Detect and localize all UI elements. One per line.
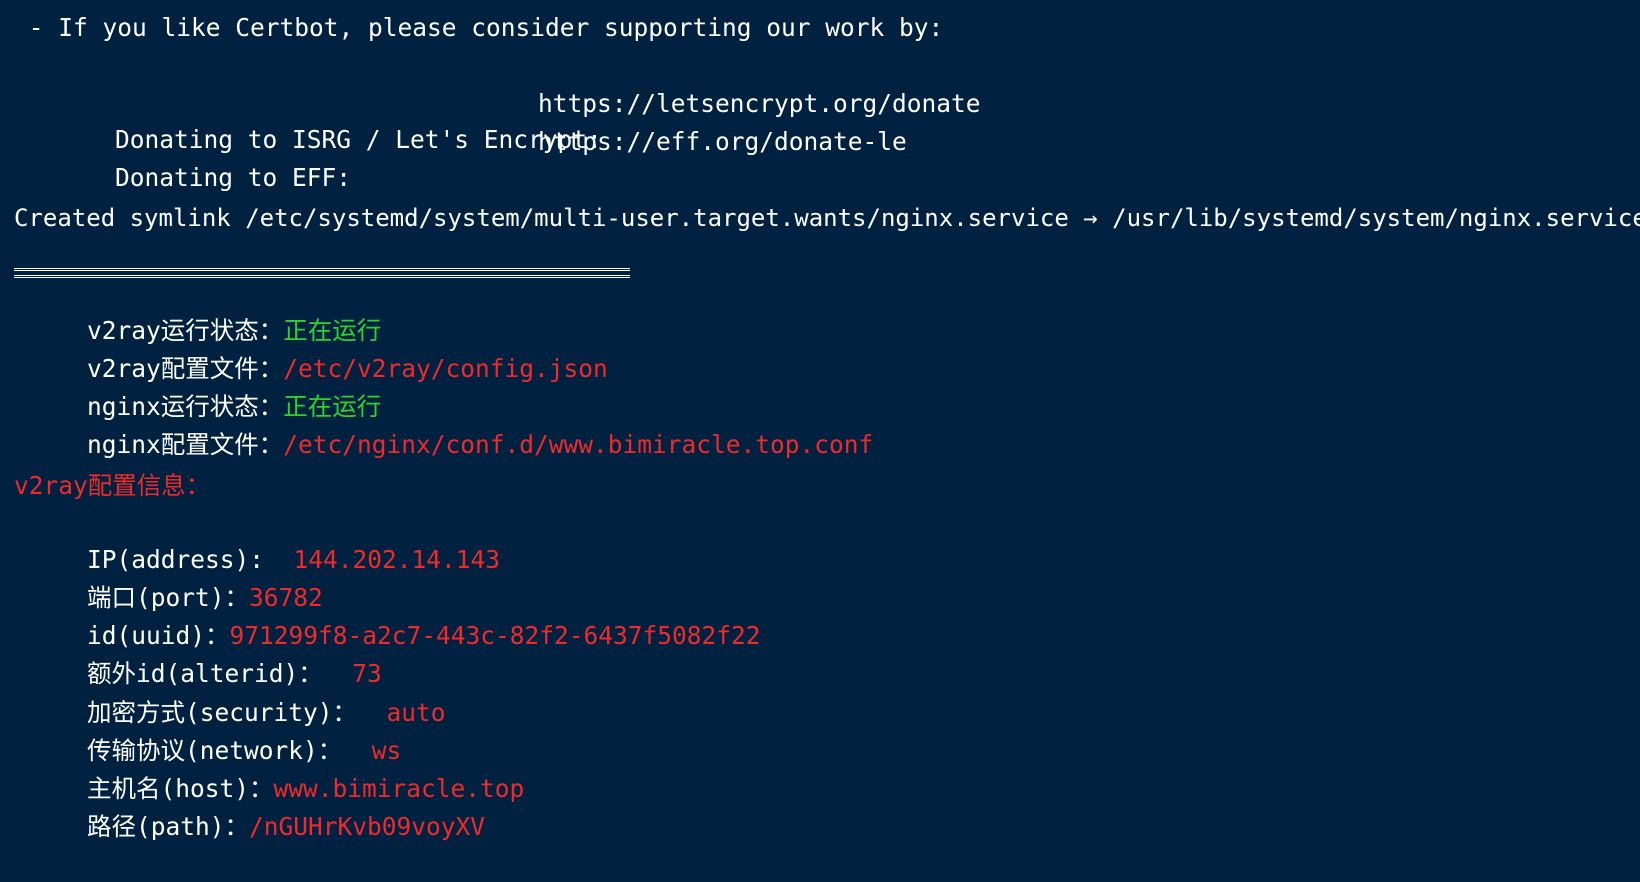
path-value: /nGUHrKvb09voyXV <box>249 812 486 841</box>
path-label: 路径(path)： <box>87 812 250 841</box>
uuid-row: id(uuid)：971299f8-a2c7-443c-82f2-6437f50… <box>28 582 761 650</box>
network-row: 传输协议(network)： ws <box>28 697 401 765</box>
ip-value: 144.202.14.143 <box>293 545 501 574</box>
terminal-window[interactable]: - If you like Certbot, please consider s… <box>0 0 1640 882</box>
nginx-config-value: /etc/nginx/conf.d/www.bimiracle.top.conf <box>283 430 874 459</box>
port-row: 端口(port)：36782 <box>28 544 323 612</box>
path-row: 路径(path)：/nGUHrKvb09voyXV <box>28 773 485 841</box>
security-row: 加密方式(security)： auto <box>28 659 446 727</box>
nginx-config-row: nginx配置文件：/etc/nginx/conf.d/www.bimiracl… <box>28 391 873 459</box>
certbot-support-line: - If you like Certbot, please consider s… <box>14 13 944 42</box>
donate-eff-label: Donating to EFF: <box>115 163 352 192</box>
config-info-heading: v2ray配置信息： <box>14 471 211 500</box>
nginx-config-label: nginx配置文件： <box>87 430 284 459</box>
nginx-state-row: nginx运行状态：正在运行 <box>28 353 381 421</box>
separator-dash <box>14 271 630 273</box>
donate-eff-row: Donating to EFF: https://eff.org/donate-… <box>56 124 1056 192</box>
host-row: 主机名(host)：www.bimiracle.top <box>28 735 524 803</box>
symlink-line: Created symlink /etc/systemd/system/mult… <box>14 204 1640 232</box>
v2ray-config-row: v2ray配置文件：/etc/v2ray/config.json <box>28 315 608 383</box>
donate-eff-url: https://eff.org/donate-le <box>538 127 907 156</box>
donate-isrg-url: https://letsencrypt.org/donate <box>538 89 981 118</box>
alterid-row: 额外id(alterid)： 73 <box>28 620 382 688</box>
ip-row: IP(address): 144.202.14.143 <box>28 506 500 574</box>
v2ray-state-row: v2ray运行状态：正在运行 <box>28 277 381 345</box>
donate-isrg-row: Donating to ISRG / Let's Encrypt: https:… <box>56 86 1056 154</box>
